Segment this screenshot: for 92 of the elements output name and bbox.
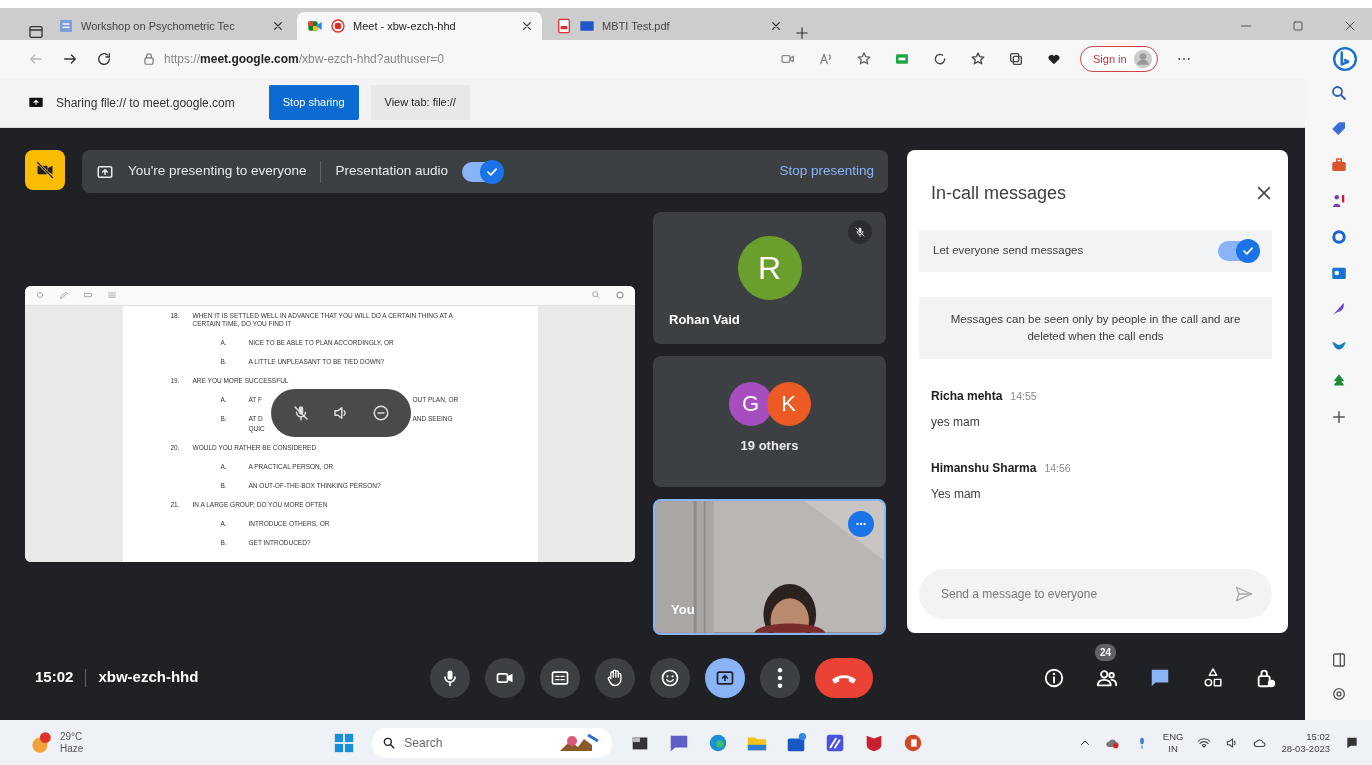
message-toggle[interactable] (1218, 241, 1258, 261)
control-button[interactable] (760, 657, 800, 698)
control-button[interactable] (430, 657, 470, 698)
temperature-text: 29°C (60, 730, 83, 743)
start-icon[interactable] (333, 731, 356, 754)
forward-icon[interactable] (62, 51, 78, 67)
zoom-icon (591, 290, 601, 300)
sender-name: Himanshu Sharma (931, 461, 1037, 475)
browser-tab[interactable]: Meet - xbw-ezch-hhd (297, 12, 542, 40)
participant-name: Rohan Vaid (669, 311, 740, 330)
message-time: 14:55 (1010, 390, 1037, 402)
control-button[interactable] (650, 657, 690, 698)
stop-presenting-button[interactable]: Stop presenting (779, 161, 874, 182)
list-icon (107, 290, 117, 300)
control-button[interactable] (595, 657, 635, 698)
mic-off-icon (854, 226, 866, 238)
maximize-icon[interactable] (1292, 20, 1304, 32)
sharing-status-text: Sharing file:// to meet.google.com (56, 94, 235, 112)
shapes-icon (1202, 666, 1224, 689)
more-icon (777, 667, 783, 688)
collections-icon[interactable] (1008, 51, 1024, 67)
pdf-icon (556, 18, 572, 34)
info-notice: Messages can be seen only by people in the call and are deleted when the call ends (919, 297, 1272, 359)
control-button[interactable] (540, 657, 580, 698)
avatar: R (737, 235, 802, 300)
message-field[interactable]: Send a message to everyone (939, 584, 1219, 604)
presenting-label: You're presenting to everyone (128, 162, 307, 181)
stop-sharing-button[interactable]: Stop sharing (268, 85, 359, 120)
message-text: yes mam (931, 414, 981, 431)
mic-off-icon[interactable] (291, 403, 310, 422)
message-text: Yes mam (931, 486, 982, 503)
settings-icon[interactable] (1330, 686, 1347, 702)
read-aloud-icon[interactable] (818, 51, 834, 67)
browser-tab[interactable]: MBTI Test.pdf (546, 12, 791, 40)
close-icon[interactable] (273, 21, 283, 31)
smiley-icon (660, 667, 680, 688)
sender-name: Richa mehta (931, 389, 1003, 403)
audio-label: Presentation audio (335, 162, 449, 181)
favorite-add-icon[interactable] (856, 51, 872, 67)
hand-icon (605, 667, 625, 688)
camera-off-icon (35, 160, 55, 180)
view-tab-button[interactable]: View tab: file:// (370, 85, 470, 120)
participant-name: You (671, 600, 695, 619)
close-icon[interactable] (771, 21, 781, 31)
info-icon (1043, 666, 1065, 689)
close-icon[interactable] (1344, 20, 1356, 32)
avatar-icon (1132, 49, 1153, 69)
window-icon (579, 18, 595, 34)
panel-title: In-call messages (931, 181, 1067, 205)
lock-icon (142, 52, 156, 66)
settings-icon (615, 290, 625, 300)
store-icon[interactable] (785, 731, 808, 754)
participant-count: 19 others (740, 436, 799, 455)
weather-text: Haze (60, 742, 84, 755)
camera-logo-icon (307, 18, 323, 34)
erase-icon (83, 290, 93, 300)
leave-call-button[interactable] (815, 657, 873, 698)
camera-off-button[interactable] (25, 150, 65, 190)
remove-icon[interactable] (371, 403, 390, 422)
message-time: 14:56 (1044, 462, 1071, 474)
clock[interactable]: 15:02 28-03-2023 (1281, 730, 1330, 755)
refresh-icon[interactable] (96, 51, 112, 67)
close-icon[interactable] (1256, 185, 1272, 201)
control-button[interactable] (485, 657, 525, 698)
address-field[interactable]: https://meet.google.com/xbw-ezch-hhd?authuser=0 (142, 50, 762, 68)
audio-toggle[interactable] (462, 161, 503, 182)
meeting-time: 15:02 (35, 667, 74, 688)
copilot-icon[interactable] (1332, 46, 1358, 72)
taskbar-search[interactable]: Search (372, 727, 613, 758)
browser-tab[interactable]: Workshop on Psychometric Tec (48, 12, 293, 40)
language-indicator[interactable]: ENG IN (1162, 730, 1184, 755)
sign-in-button[interactable]: Sign in (1080, 46, 1158, 72)
close-icon[interactable] (522, 21, 532, 31)
message-composer[interactable]: Send a message to everyone (919, 569, 1272, 619)
draw-icon (59, 290, 69, 300)
tab-actions-icon[interactable] (28, 24, 44, 40)
search-icon[interactable] (1329, 84, 1348, 102)
favorites-icon[interactable] (970, 51, 986, 67)
control-button[interactable] (705, 657, 745, 698)
meeting-code: xbw-ezch-hhd (98, 667, 199, 688)
form-icon (58, 18, 74, 34)
wifi-icon[interactable] (1197, 735, 1212, 750)
ring-icon[interactable] (1329, 228, 1348, 246)
briefcase-icon[interactable] (1329, 156, 1348, 174)
search-icon (382, 735, 397, 750)
new-tab-icon[interactable] (795, 26, 809, 40)
tool-icon (35, 290, 45, 300)
setting-label: Let everyone send messages (933, 243, 1084, 259)
participant-badge: 24 (1095, 643, 1117, 661)
sidebar-toggle-icon[interactable] (1330, 652, 1347, 668)
extension-icon[interactable] (894, 51, 910, 67)
avatar: K (766, 381, 811, 426)
